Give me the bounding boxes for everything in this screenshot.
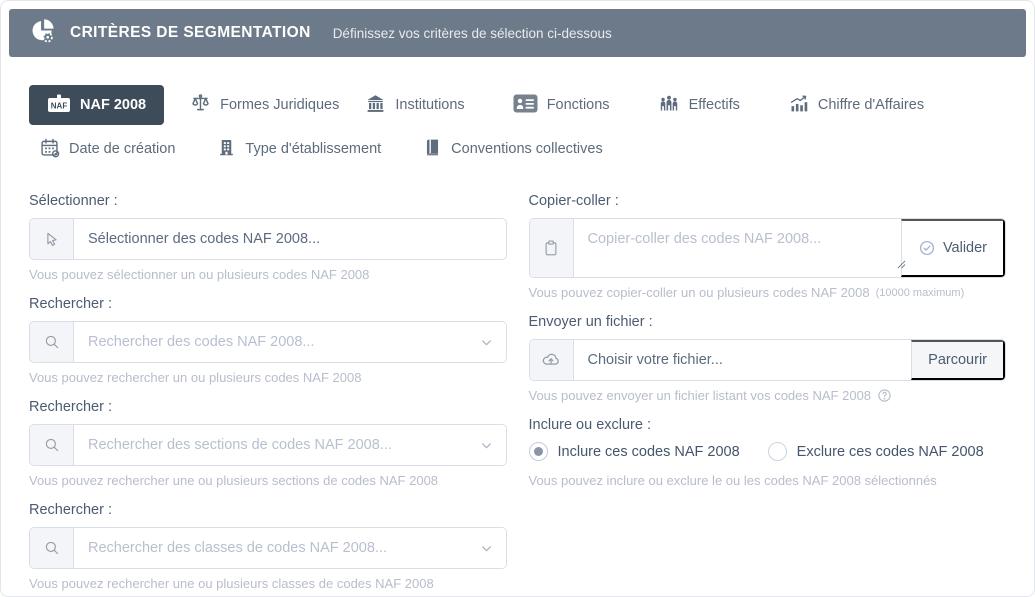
search-codes-field: Rechercher : Vous pouvez rechercher un o… (29, 296, 507, 385)
include-exclude-field: Inclure ou exclure : Inclure ces codes N… (528, 417, 1007, 488)
tab-label: Institutions (395, 97, 465, 113)
select-codes-input[interactable] (74, 219, 506, 259)
search-classes-input[interactable] (74, 528, 479, 568)
tab-naf-2008[interactable]: NAF NAF 2008 (29, 85, 165, 125)
include-exclude-helper: Vous pouvez inclure ou exclure le ou les… (528, 473, 937, 488)
upload-file-label: Envoyer un fichier : (528, 314, 653, 330)
file-name-input[interactable] (573, 340, 912, 380)
growth-chart-icon (788, 93, 809, 118)
id-card-icon (513, 94, 538, 117)
search-icon (30, 528, 74, 568)
tab-label: Type d'établissement (245, 141, 382, 157)
paste-codes-label: Copier-coller : (528, 193, 619, 209)
select-codes-label: Sélectionner : (29, 193, 118, 209)
tab-label: Effectifs (688, 97, 740, 113)
help-circle-icon[interactable] (877, 388, 892, 403)
browse-button[interactable]: Parcourir (911, 340, 1005, 380)
upload-file-field: Envoyer un fichier : Parcourir Vous pouv (528, 314, 1007, 403)
tab-label: Date de création (69, 141, 176, 157)
search-sections-field: Rechercher : Vous pouvez rechercher une … (29, 399, 507, 488)
search-codes-label: Rechercher : (29, 296, 113, 312)
naf-criteria-form: Sélectionner : Vous pouvez sélectionner … (1, 167, 1034, 596)
naf-badge-icon: NAF (47, 94, 71, 117)
exclude-radio[interactable]: Exclure ces codes NAF 2008 (767, 442, 984, 461)
people-icon (658, 93, 680, 118)
chevron-down-icon[interactable] (478, 528, 506, 568)
select-codes-field: Sélectionner : Vous pouvez sélectionner … (29, 193, 507, 282)
paste-codes-field: Copier-coller : Copier-coller des codes … (528, 193, 1006, 300)
tab-label: Conventions collectives (451, 141, 603, 157)
tab-formes-juridiques[interactable]: Formes Juridiques (190, 85, 339, 125)
paste-codes-helper: Vous pouvez copier-coller un ou plusieur… (528, 285, 965, 300)
tab-label: Chiffre d'Affaires (817, 97, 925, 113)
building-icon (217, 137, 236, 162)
search-classes-helper: Vous pouvez rechercher une ou plusieurs … (29, 576, 434, 591)
pie-gear-icon (29, 17, 56, 49)
cursor-pointer-icon (30, 219, 74, 259)
left-column: Sélectionner : Vous pouvez sélectionner … (29, 193, 507, 596)
radio-circle-icon (528, 442, 548, 461)
bank-icon (365, 93, 386, 118)
include-exclude-label: Inclure ou exclure : (528, 417, 652, 433)
search-classes-field: Rechercher : Vous pouvez rechercher une … (29, 502, 507, 591)
search-icon (30, 425, 74, 465)
search-sections-input[interactable] (74, 425, 479, 465)
scale-icon (190, 93, 211, 118)
svg-text:NAF: NAF (51, 101, 68, 110)
include-radio[interactable]: Inclure ces codes NAF 2008 (528, 442, 740, 461)
right-column: Copier-coller : Copier-coller des codes … (528, 193, 1007, 596)
chevron-down-icon[interactable] (478, 322, 506, 362)
upload-file-helper: Vous pouvez envoyer un fichier listant v… (529, 388, 1007, 403)
page-title: CRITÈRES DE SEGMENTATION (70, 24, 311, 41)
tab-fonctions[interactable]: Fonctions (513, 85, 610, 125)
calendar-icon (39, 137, 60, 162)
segmentation-panel: CRITÈRES DE SEGMENTATION Définissez vos … (0, 0, 1035, 597)
panel-header: CRITÈRES DE SEGMENTATION Définissez vos … (9, 9, 1026, 57)
book-icon (423, 137, 442, 162)
criteria-tabs-row-2: Date de création Type d'établissement Co… (1, 131, 1034, 167)
validate-button[interactable]: Valider (900, 219, 1005, 277)
tab-institutions[interactable]: Institutions (365, 85, 465, 125)
search-classes-label: Rechercher : (29, 502, 113, 518)
search-codes-helper: Vous pouvez rechercher un ou plusieurs c… (29, 370, 362, 385)
page-subtitle: Définissez vos critères de sélection ci-… (332, 25, 612, 41)
select-codes-helper: Vous pouvez sélectionner un ou plusieurs… (29, 267, 370, 282)
criteria-tabs-row-1: NAF NAF 2008 Formes Juridiques Instituti… (1, 85, 1034, 125)
chevron-down-icon[interactable] (478, 425, 506, 465)
paste-codes-textarea[interactable] (573, 219, 901, 277)
tab-type-etablissement[interactable]: Type d'établissement (217, 129, 381, 169)
radio-circle-icon (767, 442, 787, 461)
tab-conventions-collectives[interactable]: Conventions collectives (423, 129, 603, 169)
tab-chiffre-affaires[interactable]: Chiffre d'Affaires (788, 85, 924, 125)
tab-label: Formes Juridiques (220, 97, 340, 113)
tab-effectifs[interactable]: Effectifs (658, 85, 740, 125)
search-codes-input[interactable] (74, 322, 479, 362)
cloud-upload-icon (529, 340, 574, 380)
clipboard-icon (529, 219, 574, 277)
search-sections-label: Rechercher : (29, 399, 113, 415)
tab-label: NAF 2008 (80, 97, 147, 113)
tab-date-de-creation[interactable]: Date de création (39, 129, 175, 169)
search-icon (30, 322, 74, 362)
tab-label: Fonctions (546, 97, 610, 113)
search-sections-helper: Vous pouvez rechercher une ou plusieurs … (29, 473, 439, 488)
